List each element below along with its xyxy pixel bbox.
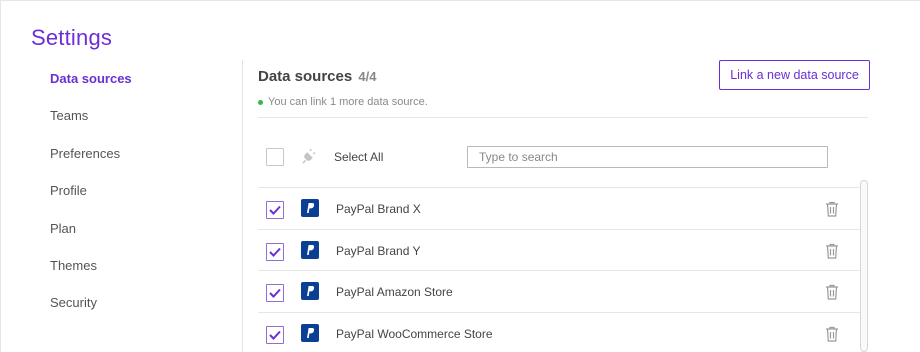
checkmark-icon [269, 330, 281, 341]
source-count: 4/4 [358, 69, 377, 84]
trash-icon[interactable] [825, 243, 839, 259]
data-source-name: PayPal WooCommerce Store [336, 327, 493, 342]
list-scrollbar[interactable] [860, 180, 868, 352]
trash-icon[interactable] [825, 201, 839, 217]
link-hint: You can link 1 more data source. [258, 96, 428, 108]
select-all-label[interactable]: Select All [334, 150, 383, 164]
sidebar-item-teams[interactable]: Teams [50, 107, 230, 144]
sidebar-item-preferences[interactable]: Preferences [50, 145, 230, 182]
paypal-icon [301, 240, 319, 259]
list-item: PayPal Amazon Store [258, 270, 862, 312]
paypal-icon [301, 324, 319, 343]
select-all-checkbox[interactable] [266, 148, 284, 166]
checkmark-icon [269, 205, 281, 215]
row-checkbox[interactable] [266, 201, 284, 219]
list-item: PayPal Brand X [258, 187, 862, 229]
data-source-name: PayPal Amazon Store [336, 285, 453, 300]
row-checkbox[interactable] [266, 284, 284, 303]
list-item: PayPal Brand Y [258, 228, 862, 271]
section-title: Data sources [258, 68, 353, 85]
sidebar-item-profile[interactable]: Profile [50, 182, 230, 219]
checkmark-icon [269, 289, 281, 299]
header-divider [258, 117, 868, 118]
sidebar-item-plan[interactable]: Plan [50, 220, 230, 257]
checkmark-icon [269, 247, 281, 257]
trash-icon[interactable] [825, 326, 839, 342]
sidebar-item-themes[interactable]: Themes [50, 257, 230, 294]
hint-text: You can link 1 more data source. [268, 96, 428, 108]
paypal-icon [301, 199, 319, 217]
status-dot-icon [258, 99, 263, 105]
section-header: Data sources 4/4 [258, 68, 376, 85]
search-input[interactable] [467, 146, 828, 168]
sidebar-item-data-sources[interactable]: Data sources [50, 70, 230, 107]
data-source-name: PayPal Brand Y [336, 243, 421, 258]
sidebar-item-security[interactable]: Security [50, 294, 230, 331]
sidebar-divider [242, 60, 243, 352]
plug-icon [302, 148, 316, 164]
list-item: PayPal WooCommerce Store [258, 312, 862, 352]
data-source-list: PayPal Brand X PayPal Brand Y PayPal Ama… [258, 187, 862, 352]
data-source-name: PayPal Brand X [336, 202, 421, 216]
row-checkbox[interactable] [266, 326, 284, 345]
link-data-source-button[interactable]: Link a new data source [719, 60, 870, 90]
settings-sidebar: Data sources Teams Preferences Profile P… [50, 70, 230, 332]
trash-icon[interactable] [825, 284, 839, 300]
row-checkbox[interactable] [266, 242, 284, 261]
page-title: Settings [31, 25, 113, 50]
paypal-icon [301, 282, 319, 301]
